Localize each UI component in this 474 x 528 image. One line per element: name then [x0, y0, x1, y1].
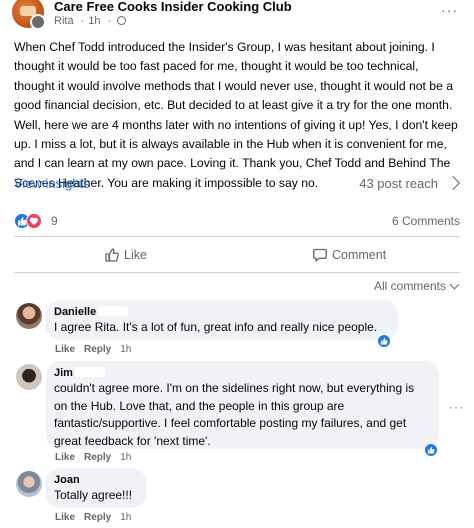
- post-text: When Chef Todd introduced the Insider's …: [14, 40, 458, 190]
- comment-icon: [313, 248, 327, 262]
- comment-count[interactable]: 6 Comments: [392, 214, 460, 228]
- comment-sort-dropdown[interactable]: All comments: [374, 279, 446, 293]
- comment-bubble: Jim couldn't agree more. I'm on the side…: [46, 361, 439, 449]
- avatar[interactable]: [16, 364, 42, 390]
- comment-author-name[interactable]: Joan: [54, 473, 136, 487]
- insights-row: View insights 43 post reach: [14, 175, 461, 196]
- comment-like-button[interactable]: Like: [55, 452, 75, 463]
- like-label: Like: [124, 248, 147, 262]
- divider: [14, 272, 460, 273]
- comment-like-button[interactable]: Like: [55, 512, 75, 523]
- chevron-down-icon[interactable]: [449, 279, 460, 290]
- comment-author[interactable]: Jim: [54, 366, 429, 380]
- comment-actions: Like Reply 1h: [55, 512, 140, 523]
- view-insights-link[interactable]: View insights: [14, 176, 90, 191]
- comment-label: Comment: [332, 248, 387, 262]
- comment-author[interactable]: Danielle: [54, 305, 388, 319]
- comment-author-name[interactable]: Jim: [54, 367, 73, 379]
- redaction: [98, 306, 129, 316]
- group-name[interactable]: Care Free Cooks Insider Cooking Club: [54, 0, 292, 14]
- reactions-summary: 9 6 Comments: [14, 212, 460, 232]
- avatar[interactable]: [16, 303, 42, 329]
- post-reach[interactable]: 43 post reach: [359, 176, 438, 191]
- comment-more-options-icon[interactable]: ···: [449, 400, 464, 414]
- comment-actions: Like Reply 1h: [55, 344, 140, 355]
- comment-text: couldn't agree more. I'm on the sideline…: [54, 381, 415, 448]
- comment-text: I agree Rita. It's a lot of fun, great i…: [54, 320, 378, 334]
- comment-text: Totally agree!!!: [54, 488, 133, 502]
- redaction: [74, 367, 105, 377]
- comment-reply-button[interactable]: Reply: [84, 344, 111, 355]
- post-header: Care Free Cooks Insider Cooking Club Rit…: [0, 0, 474, 32]
- comment-reply-button[interactable]: Reply: [84, 512, 111, 523]
- love-reaction-icon[interactable]: [26, 213, 42, 229]
- author-avatar[interactable]: [30, 14, 46, 30]
- reaction-count[interactable]: 9: [51, 214, 58, 228]
- meta-separator: ·: [80, 15, 85, 27]
- comment-bubble: Danielle I agree Rita. It's a lot of fun…: [46, 300, 398, 340]
- comment-like-reaction-icon[interactable]: [424, 443, 438, 457]
- comment-time[interactable]: 1h: [120, 512, 131, 523]
- comment-author-name[interactable]: Danielle: [54, 306, 96, 318]
- comment-like-button[interactable]: Like: [55, 344, 75, 355]
- chevron-right-icon[interactable]: [445, 175, 461, 191]
- more-options-icon[interactable]: ···: [441, 2, 458, 18]
- comment-actions: Like Reply 1h: [55, 452, 140, 463]
- comment-reply-button[interactable]: Reply: [84, 452, 111, 463]
- globe-icon: [117, 16, 127, 25]
- avatar[interactable]: [16, 471, 42, 497]
- comment-like-reaction-icon[interactable]: [377, 334, 391, 348]
- comment-bubble: Joan Totally agree!!!: [46, 468, 146, 508]
- comment-time[interactable]: 1h: [120, 452, 131, 463]
- meta-separator-2: ·: [107, 15, 112, 27]
- author-name[interactable]: Rita: [54, 15, 74, 27]
- post-meta: Rita · 1h ·: [54, 15, 127, 27]
- post-time[interactable]: 1h: [88, 15, 100, 27]
- comment-time[interactable]: 1h: [120, 344, 131, 355]
- divider: [14, 236, 460, 237]
- thumbs-up-icon: [105, 248, 119, 262]
